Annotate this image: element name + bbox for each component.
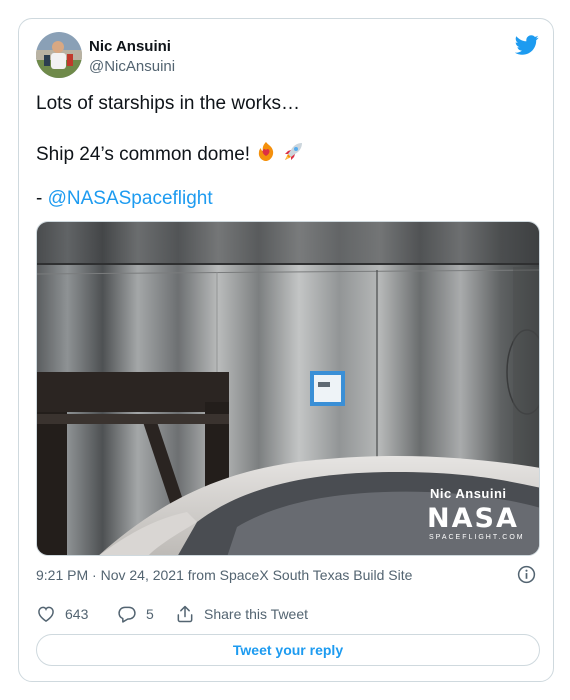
tweet-card: Nic Ansuini @NicAnsuini Lots of starship… xyxy=(18,18,554,682)
share-icon xyxy=(177,605,193,623)
tweet-text-line1: Lots of starships in the works… xyxy=(36,93,300,114)
tweet-timestamp[interactable]: 9:21 PM · Nov 24, 2021 from SpaceX South… xyxy=(36,567,412,583)
watermark-site: SPACEFLIGHT.COM xyxy=(429,534,525,541)
watermark-author: Nic Ansuini xyxy=(430,486,507,501)
heart-on-fire-emoji-icon xyxy=(258,142,274,161)
author-name[interactable]: Nic Ansuini xyxy=(89,38,171,55)
info-icon[interactable] xyxy=(517,565,536,584)
like-action[interactable]: 643 xyxy=(36,604,88,624)
like-count: 643 xyxy=(65,606,89,622)
rocket-emoji-icon xyxy=(285,143,303,160)
tweet-your-reply-button[interactable]: Tweet your reply xyxy=(36,634,540,666)
share-label: Share this Tweet xyxy=(204,606,309,622)
avatar[interactable] xyxy=(36,32,82,78)
share-action[interactable]: Share this Tweet xyxy=(175,604,308,624)
tweet-text-line3-prefix: - xyxy=(36,188,48,209)
heart-icon xyxy=(38,606,54,622)
reply-count: 5 xyxy=(146,606,154,622)
reply-bubble-icon xyxy=(118,606,136,623)
reply-action[interactable]: 5 xyxy=(117,604,154,624)
tweet-text-line2-content: Ship 24’s common dome! xyxy=(36,144,251,165)
tweet-media-photo[interactable]: Nic Ansuini NASA SPACEFLIGHT.COM xyxy=(36,221,540,556)
mention-link[interactable]: @NASASpaceflight xyxy=(48,188,213,209)
watermark-nasa-logo: NASA xyxy=(427,503,519,534)
twitter-bird-icon[interactable] xyxy=(515,33,539,57)
tweet-text-line3: - @NASASpaceflight xyxy=(36,188,213,210)
tweet-text-line2: Ship 24’s common dome! xyxy=(36,141,304,166)
author-handle[interactable]: @NicAnsuini xyxy=(89,58,175,75)
